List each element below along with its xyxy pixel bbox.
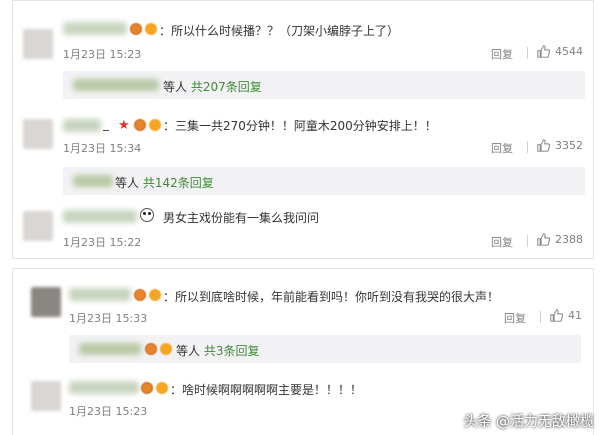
comment-text: ：所以到底啥时候，年前能看到吗！你听到没有我哭的很大声！: [163, 290, 500, 304]
divider: [527, 141, 528, 153]
divider: [527, 47, 528, 59]
divider: [527, 235, 528, 247]
reply-button[interactable]: 回复: [491, 234, 513, 250]
reply-usernames: [79, 343, 141, 355]
reply-count-link[interactable]: 共3条回复: [204, 344, 260, 358]
avatar[interactable]: [31, 381, 61, 411]
vip-badge-icon: [134, 119, 146, 131]
username[interactable]: [63, 22, 127, 35]
thumbs-up-icon: [537, 45, 550, 58]
level-badge-icon: [156, 382, 168, 394]
divider: [540, 311, 541, 323]
avatar[interactable]: [31, 287, 61, 317]
like-count: 3352: [555, 139, 583, 152]
vip-badge-icon: [134, 289, 146, 301]
reply-summary[interactable]: 等人 共207条回复: [63, 71, 585, 99]
username[interactable]: [69, 288, 131, 301]
panda-emoji-icon: [140, 208, 154, 222]
reply-button[interactable]: 回复: [504, 310, 526, 326]
like-button[interactable]: 41: [550, 309, 582, 322]
watermark: 头条 @活力无敌橄榄: [463, 414, 594, 430]
reply-summary[interactable]: 等人 共3条回复: [69, 335, 581, 363]
thumbs-up-icon: [537, 233, 550, 246]
avatar[interactable]: [23, 119, 53, 149]
comment-text: 男女主戏份能有一集么我问问: [163, 211, 320, 225]
level-badge-icon: [160, 343, 172, 355]
comment-time: 1月23日 15:23: [63, 48, 142, 61]
vip-badge-icon: [141, 382, 153, 394]
reply-button[interactable]: 回复: [491, 140, 513, 156]
avatar[interactable]: [23, 211, 53, 241]
avatar[interactable]: [23, 29, 53, 59]
vip-badge-icon: [130, 23, 142, 35]
username[interactable]: [69, 381, 139, 394]
reply-others-label: 等人: [163, 80, 188, 94]
comment-text: ：三集一共270分钟！！阿童木200分钟安排上！！: [163, 119, 437, 133]
comment-time: 1月23日 15:22: [63, 236, 142, 249]
username-suffix: _: [103, 117, 109, 131]
comment-panel-top: ：所以什么时候播？？（刀架小编脖子上了） 1月23日 15:23 回复 4544…: [12, 0, 594, 259]
like-count: 4544: [555, 45, 583, 58]
username[interactable]: [63, 210, 137, 223]
reply-usernames: [73, 175, 113, 187]
reply-summary[interactable]: 等人 共142条回复: [63, 167, 585, 195]
reply-others-label: 等人: [115, 176, 140, 190]
star-icon: ★: [118, 118, 130, 133]
level-badge-icon: [145, 23, 157, 35]
like-button[interactable]: 2388: [537, 233, 583, 246]
comment-time: 1月23日 15:23: [69, 405, 148, 418]
thumbs-up-icon: [550, 309, 563, 322]
like-count: 41: [568, 309, 582, 322]
reply-button[interactable]: 回复: [491, 46, 513, 62]
like-count: 2388: [555, 233, 583, 246]
level-badge-icon: [149, 119, 161, 131]
level-badge-icon: [149, 289, 161, 301]
reply-others-label: 等人: [176, 344, 201, 358]
comment-text: ：啥时候啊啊啊啊啊主要是！！！！: [170, 383, 363, 397]
comment-time: 1月23日 15:34: [63, 142, 142, 155]
username[interactable]: [63, 119, 101, 132]
comment-panel-bottom: ：所以到底啥时候，年前能看到吗！你听到没有我哭的很大声！ 1月23日 15:33…: [12, 268, 594, 435]
comment-text: ：所以什么时候播？？（刀架小编脖子上了）: [159, 24, 400, 38]
comment-time: 1月23日 15:33: [69, 312, 148, 325]
thumbs-up-icon: [537, 139, 550, 152]
vip-badge-icon: [145, 343, 157, 355]
reply-usernames: [73, 79, 159, 91]
reply-count-link[interactable]: 共142条回复: [143, 176, 214, 190]
reply-count-link[interactable]: 共207条回复: [191, 80, 262, 94]
like-button[interactable]: 3352: [537, 139, 583, 152]
like-button[interactable]: 4544: [537, 45, 583, 58]
